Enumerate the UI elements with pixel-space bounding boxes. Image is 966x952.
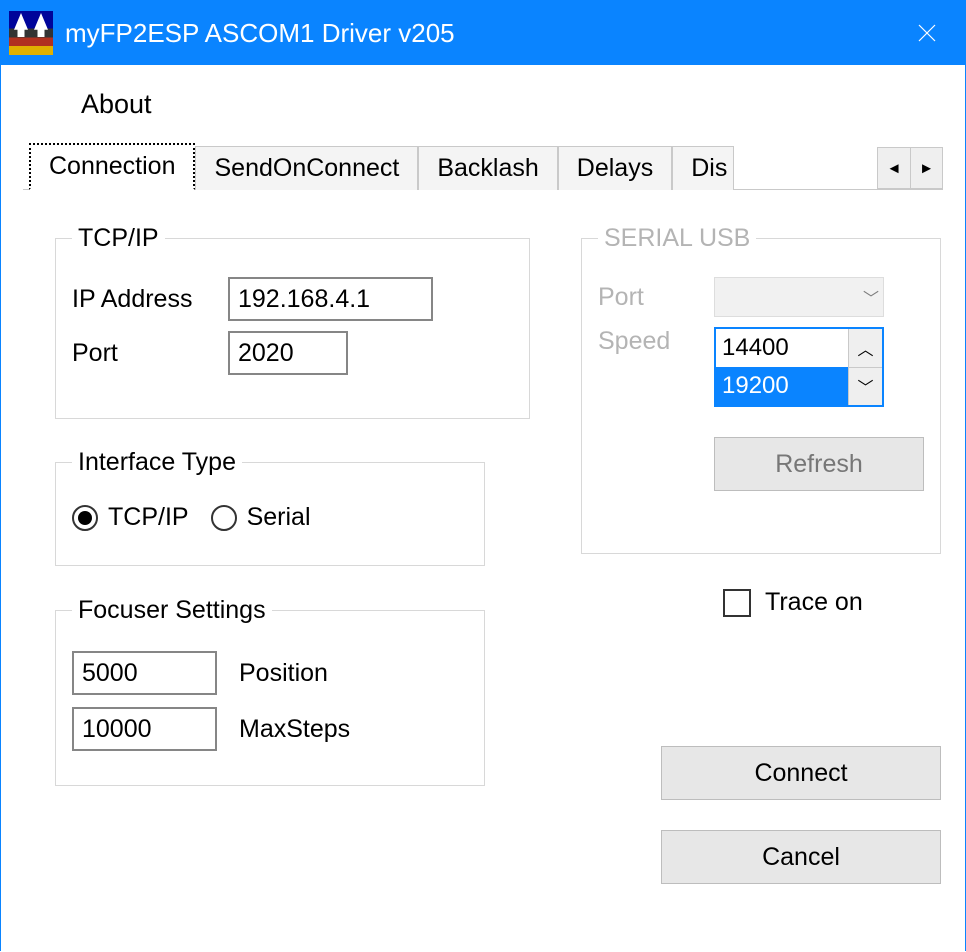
group-serial-usb: SERIAL USB Port ﹀ Speed 14400 19200 ︿ ﹀ bbox=[581, 224, 941, 554]
spin-up-button[interactable]: ︿ bbox=[849, 329, 882, 368]
trace-label: Trace on bbox=[765, 588, 863, 617]
radio-serial-label: Serial bbox=[247, 503, 311, 532]
tab-scroll-right[interactable]: ► bbox=[910, 148, 942, 188]
serial-speed-label: Speed bbox=[598, 327, 698, 356]
client-area: About Connection SendOnConnect Backlash … bbox=[1, 65, 965, 952]
radio-dot-icon bbox=[72, 505, 98, 531]
group-tcpip: TCP/IP IP Address Port bbox=[55, 224, 530, 419]
speed-items: 14400 19200 bbox=[716, 329, 848, 405]
group-focuser-settings: Focuser Settings Position MaxSteps bbox=[55, 596, 485, 786]
window-title: myFP2ESP ASCOM1 Driver v205 bbox=[65, 18, 897, 49]
speed-spin: ︿ ﹀ bbox=[848, 329, 882, 405]
connect-button[interactable]: Connect bbox=[661, 746, 941, 800]
chevron-down-icon: ﹀ bbox=[863, 285, 879, 309]
refresh-button[interactable]: Refresh bbox=[714, 437, 924, 491]
radio-tcpip[interactable]: TCP/IP bbox=[72, 503, 189, 532]
iface-legend: Interface Type bbox=[72, 448, 242, 477]
serial-legend: SERIAL USB bbox=[598, 224, 756, 253]
trace-option: Trace on bbox=[723, 588, 863, 617]
radio-dot-icon bbox=[211, 505, 237, 531]
port-input[interactable] bbox=[228, 331, 348, 375]
trace-checkbox[interactable] bbox=[723, 589, 751, 617]
app-icon bbox=[9, 11, 53, 55]
tab-scroll: ◄ ► bbox=[877, 147, 943, 189]
focuser-legend: Focuser Settings bbox=[72, 596, 272, 625]
speed-item[interactable]: 14400 bbox=[716, 329, 848, 367]
tcpip-legend: TCP/IP bbox=[72, 224, 165, 253]
cancel-button[interactable]: Cancel bbox=[661, 830, 941, 884]
tab-display-partial[interactable]: Dis bbox=[672, 146, 734, 190]
tab-scroll-left[interactable]: ◄ bbox=[878, 148, 910, 188]
maxsteps-label: MaxSteps bbox=[239, 715, 350, 744]
port-label: Port bbox=[72, 339, 212, 368]
tabstrip: Connection SendOnConnect Backlash Delays… bbox=[23, 134, 943, 190]
group-interface-type: Interface Type TCP/IP Serial bbox=[55, 448, 485, 566]
titlebar: myFP2ESP ASCOM1 Driver v205 bbox=[1, 1, 965, 65]
ip-input[interactable] bbox=[228, 277, 433, 321]
position-input[interactable] bbox=[72, 651, 217, 695]
spin-down-button[interactable]: ﹀ bbox=[849, 368, 882, 406]
tab-backlash[interactable]: Backlash bbox=[418, 146, 557, 190]
ip-label: IP Address bbox=[72, 285, 212, 314]
radio-serial[interactable]: Serial bbox=[211, 503, 311, 532]
maxsteps-input[interactable] bbox=[72, 707, 217, 751]
position-label: Position bbox=[239, 659, 328, 688]
tab-delays[interactable]: Delays bbox=[558, 146, 672, 190]
close-button[interactable] bbox=[897, 1, 957, 65]
action-buttons: Connect Cancel bbox=[661, 746, 941, 884]
speed-item-selected[interactable]: 19200 bbox=[716, 367, 848, 405]
serial-port-combo[interactable]: ﹀ bbox=[714, 277, 884, 317]
menu-about[interactable]: About bbox=[23, 83, 943, 134]
tab-connection[interactable]: Connection bbox=[29, 143, 195, 190]
speed-listbox[interactable]: 14400 19200 ︿ ﹀ bbox=[714, 327, 884, 407]
radio-tcpip-label: TCP/IP bbox=[108, 503, 189, 532]
tab-sendonconnect[interactable]: SendOnConnect bbox=[195, 146, 418, 190]
connection-panel: TCP/IP IP Address Port Interface Type TC… bbox=[23, 190, 943, 890]
serial-port-label: Port bbox=[598, 283, 698, 312]
